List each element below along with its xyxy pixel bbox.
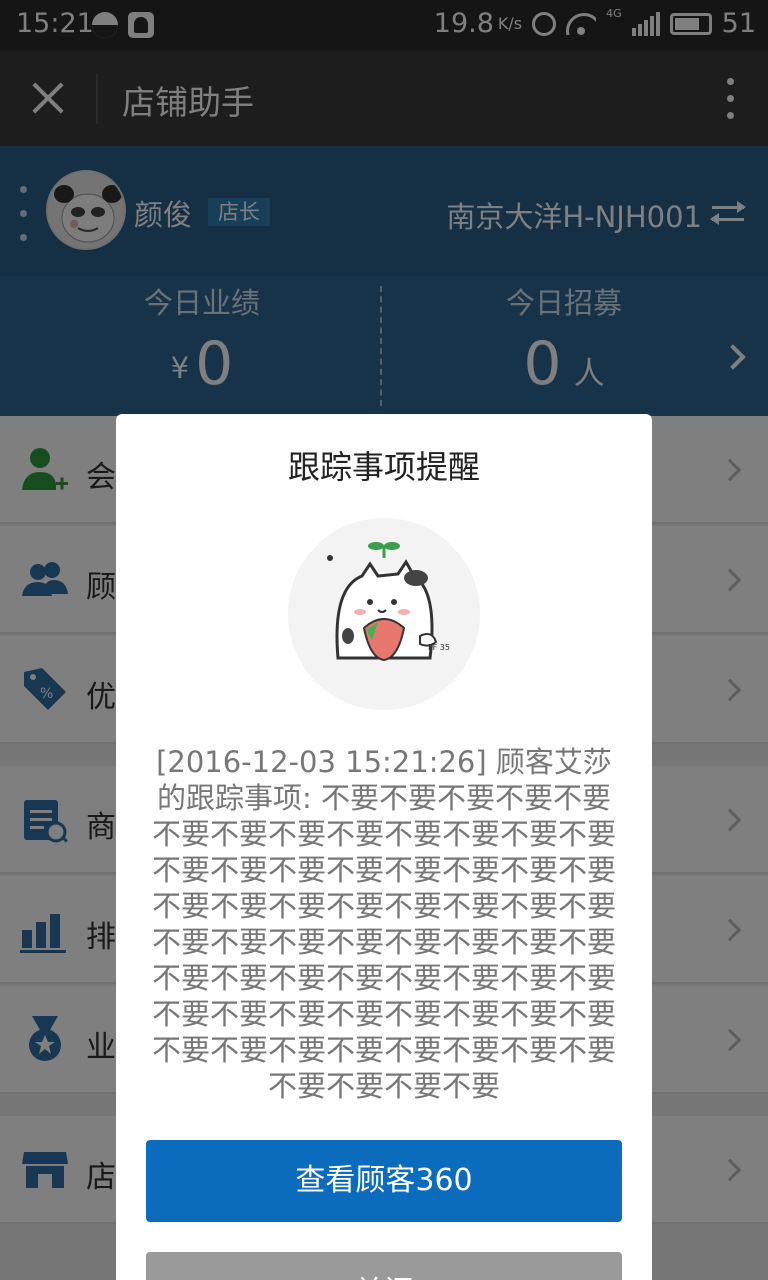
cat-illustration: FF 35 [288,518,480,710]
close-dialog-button[interactable]: 关闭 [146,1252,622,1280]
dialog-title: 跟踪事项提醒 [287,448,480,486]
svg-text:FF 35: FF 35 [428,643,450,652]
reminder-dialog: 跟踪事项提醒 FF 35 [2016-12-03 15:21:26] 顾客艾莎的… [116,414,652,1280]
view-customer-button[interactable]: 查看顾客360 [146,1140,622,1222]
dialog-message: [2016-12-03 15:21:26] 顾客艾莎的跟踪事项: 不要不要不要不… [151,745,616,1103]
